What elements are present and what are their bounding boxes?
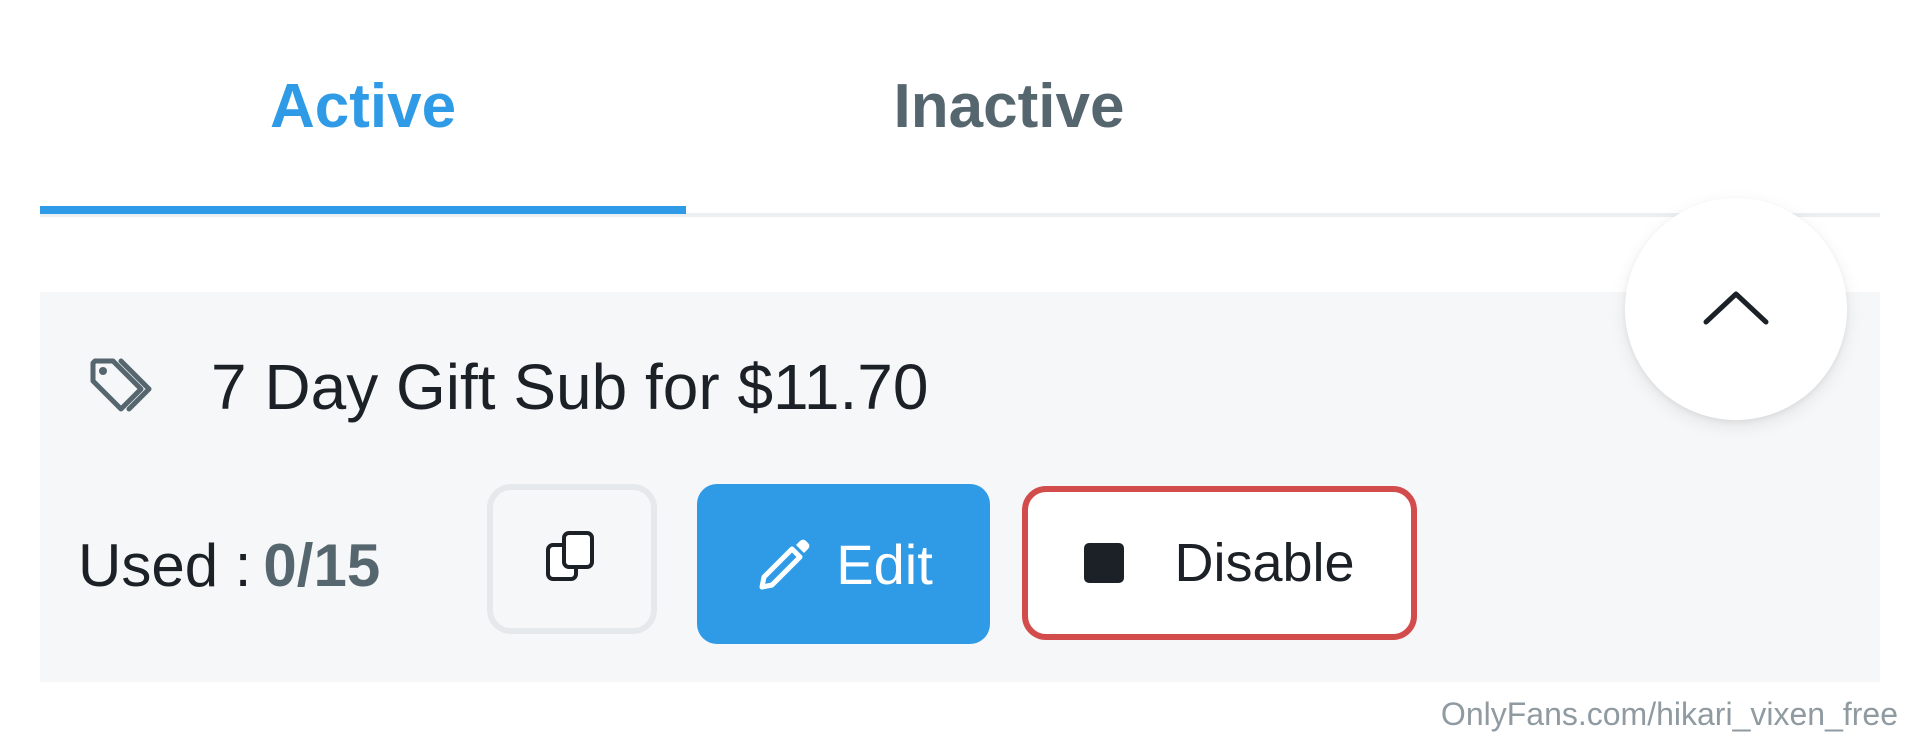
card-title-row: 7 Day Gift Sub for $11.70 xyxy=(85,342,928,432)
copy-link-button[interactable] xyxy=(487,484,657,634)
active-tab-indicator xyxy=(40,206,686,214)
edit-button[interactable]: Edit xyxy=(697,484,990,644)
tab-inactive[interactable]: Inactive xyxy=(686,0,1332,212)
scroll-to-top-button[interactable] xyxy=(1625,198,1847,420)
copy-icon xyxy=(542,527,602,592)
tag-icon xyxy=(85,349,161,425)
edit-button-label: Edit xyxy=(836,532,933,596)
used-count: 0/15 xyxy=(263,531,381,599)
used-label: Used : xyxy=(78,531,252,599)
disable-button[interactable]: Disable xyxy=(1022,486,1417,640)
stop-icon xyxy=(1084,543,1125,583)
chevron-up-icon xyxy=(1701,287,1771,332)
disable-button-label: Disable xyxy=(1174,533,1355,593)
tab-active[interactable]: Active xyxy=(40,0,686,212)
pencil-icon xyxy=(754,535,812,593)
tab-active-label: Active xyxy=(269,71,457,141)
card-title: 7 Day Gift Sub for $11.70 xyxy=(211,351,929,423)
status-tabs: Active Inactive xyxy=(40,0,1880,217)
watermark: OnlyFans.com/hikari_vixen_free xyxy=(1440,696,1898,732)
gift-sub-card: 7 Day Gift Sub for $11.70 Used : 0/15 Ed… xyxy=(40,292,1880,682)
tab-inactive-label: Inactive xyxy=(893,71,1125,141)
usage-info: Used : 0/15 xyxy=(78,525,380,605)
